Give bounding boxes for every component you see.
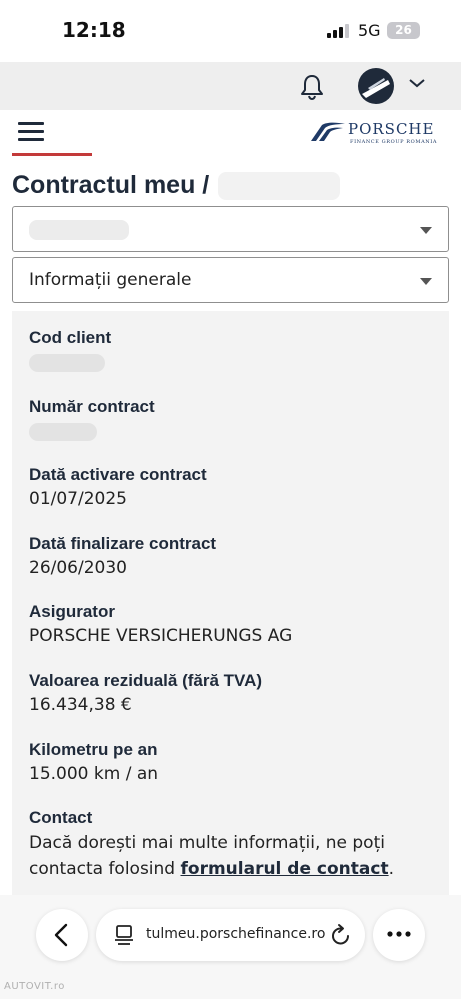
redacted-contract-name	[218, 172, 340, 200]
field-contact: Contact Dacă dorești mai multe informați…	[29, 808, 419, 882]
field-label: Număr contract	[29, 397, 155, 416]
chevron-left-icon	[54, 923, 68, 947]
site-header: PORSCHE FINANCE GROUP ROMANIA	[0, 110, 461, 160]
field-asigurator: Asigurator PORSCHE VERSICHERUNGS AG	[29, 602, 292, 646]
reload-icon[interactable]	[330, 923, 352, 947]
field-label: Dată finalizare contract	[29, 534, 217, 553]
contact-text-after: .	[388, 859, 394, 879]
more-dots-icon	[387, 931, 411, 937]
page-title: Contractul meu /	[12, 171, 210, 199]
field-numar-contract: Număr contract	[29, 397, 155, 441]
caret-down-icon	[420, 278, 432, 285]
url-text: tulmeu.porschefinance.ro	[146, 926, 326, 942]
field-label: Cod client	[29, 328, 112, 347]
field-label: Valoarea reziduală (fără TVA)	[29, 671, 263, 690]
porsche-finance-logo[interactable]: PORSCHE FINANCE GROUP ROMANIA	[310, 119, 450, 149]
back-button[interactable]	[36, 909, 88, 961]
watermark: AUTOVIT.ro	[4, 981, 65, 992]
signal-icon	[327, 24, 349, 38]
network-type: 5G	[358, 21, 381, 40]
field-data-activare: Dată activare contract 01/07/2025	[29, 465, 207, 509]
field-label: Asigurator	[29, 602, 115, 621]
section-select-value: Informații generale	[29, 270, 192, 290]
field-label: Contact	[29, 808, 93, 827]
logo-text: PORSCHE	[348, 120, 435, 138]
hamburger-menu-icon[interactable]	[18, 122, 44, 142]
avatar[interactable]	[358, 68, 394, 104]
field-value: 01/07/2025	[29, 489, 127, 509]
contact-text: Dacă dorești mai multe informații, ne po…	[29, 830, 419, 882]
field-cod-client: Cod client	[29, 328, 111, 372]
contact-form-link[interactable]: formularul de contact	[181, 859, 389, 879]
account-bar	[0, 62, 461, 110]
logo-subtext: FINANCE GROUP ROMANIA	[350, 139, 438, 145]
field-data-finalizare: Dată finalizare contract 26/06/2030	[29, 534, 216, 578]
chevron-down-icon[interactable]	[408, 78, 426, 88]
browser-toolbar: tulmeu.porschefinance.ro	[0, 895, 461, 999]
menu-accent-line	[12, 153, 92, 156]
redacted-contract-value	[29, 220, 129, 240]
field-value: 15.000 km / an	[29, 764, 159, 784]
field-value: PORSCHE VERSICHERUNGS AG	[29, 626, 293, 646]
field-value: 16.434,38 €	[29, 695, 132, 715]
field-kilometru-an: Kilometru pe an 15.000 km / an	[29, 740, 158, 784]
field-label: Dată activare contract	[29, 465, 207, 484]
avatar-icon	[362, 78, 390, 98]
redacted-value	[29, 354, 105, 372]
section-select[interactable]: Informații generale	[12, 257, 449, 303]
contract-select[interactable]	[12, 206, 449, 252]
address-bar[interactable]: tulmeu.porschefinance.ro	[96, 909, 365, 961]
site-settings-icon[interactable]	[114, 924, 134, 946]
more-button[interactable]	[373, 909, 425, 961]
battery-icon: 26	[387, 22, 420, 39]
logo-swoosh-icon	[311, 122, 345, 141]
status-time: 12:18	[62, 18, 126, 42]
redacted-value	[29, 423, 97, 441]
caret-down-icon	[420, 227, 432, 234]
field-label: Kilometru pe an	[29, 740, 158, 759]
field-valoare-reziduala: Valoarea reziduală (fără TVA) 16.434,38 …	[29, 671, 262, 715]
status-bar: 12:18 5G 26	[0, 0, 461, 62]
bell-icon[interactable]	[300, 74, 324, 100]
field-value: 26/06/2030	[29, 558, 127, 578]
